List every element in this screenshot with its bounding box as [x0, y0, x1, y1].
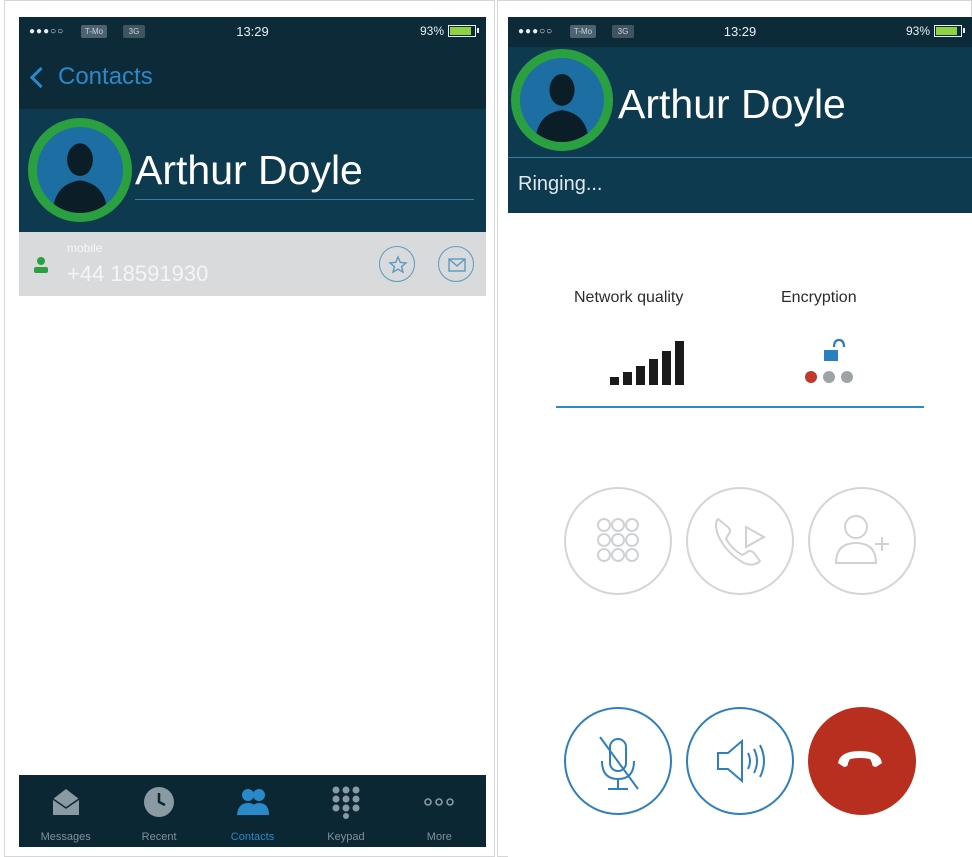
clock-icon — [144, 787, 175, 817]
speaker-icon — [717, 738, 765, 784]
quality-divider — [556, 406, 924, 408]
header-divider — [508, 157, 972, 158]
person-silhouette-icon — [52, 143, 108, 213]
tab-messages[interactable]: Messages — [19, 775, 112, 847]
hang-up-icon — [838, 751, 882, 767]
message-button[interactable] — [438, 246, 474, 282]
signal-bar — [636, 366, 645, 385]
contact-detail-screen: ●●●○○ T-Mo 3G 13:29 93% Contacts Arthur … — [19, 17, 486, 847]
phone-number-row[interactable]: mobile +44 18591930 — [19, 232, 486, 296]
person-silhouette-icon — [535, 73, 589, 142]
tab-label: Messages — [40, 831, 91, 843]
encryption-dot — [823, 371, 835, 383]
envelope-icon — [52, 789, 80, 815]
battery-status: 93% — [905, 24, 965, 38]
network-quality-label: Network quality — [574, 289, 684, 306]
unlocked-padlock-icon — [824, 338, 846, 361]
back-button[interactable]: Contacts — [29, 63, 153, 91]
tab-contacts[interactable]: Contacts — [206, 775, 299, 847]
signal-bar — [610, 377, 619, 385]
phone-forward-icon — [715, 517, 767, 566]
tab-bar: Messages Recent Contacts Keypad More — [19, 775, 486, 847]
signal-bar — [675, 341, 684, 385]
contact-header: Arthur Doyle — [19, 109, 486, 232]
battery-icon — [448, 25, 479, 37]
tab-keypad[interactable]: Keypad — [299, 775, 392, 847]
battery-status: 93% — [419, 24, 479, 38]
encryption-label: Encryption — [781, 289, 857, 306]
more-icon — [424, 798, 455, 806]
star-icon — [388, 255, 408, 274]
network-quality-indicator — [610, 341, 684, 385]
encryption-dot — [841, 371, 853, 383]
calling-screen: ●●●○○ T-Mo 3G 13:29 93% Arthur Doyle Rin… — [508, 17, 972, 857]
end-call-button[interactable] — [808, 707, 916, 815]
person-icon — [34, 257, 48, 273]
battery-percent: 93% — [419, 24, 444, 38]
tab-label: Recent — [141, 831, 177, 843]
add-person-icon — [834, 515, 889, 564]
status-time: 13:29 — [236, 24, 269, 39]
call-status: Ringing... — [518, 173, 603, 195]
avatar — [28, 118, 132, 222]
contact-name: Arthur Doyle — [618, 81, 846, 127]
back-label: Contacts — [58, 63, 153, 90]
mute-button[interactable] — [564, 707, 672, 815]
name-underline — [135, 199, 474, 200]
phone-type-label: mobile — [67, 241, 103, 255]
favorite-button[interactable] — [379, 246, 415, 282]
tab-label: Keypad — [327, 831, 365, 843]
contacts-icon — [236, 789, 269, 815]
battery-percent: 93% — [905, 24, 930, 38]
encryption-indicator — [805, 338, 853, 383]
keypad-button[interactable] — [564, 487, 672, 595]
speaker-button[interactable] — [686, 707, 794, 815]
tab-more[interactable]: More — [393, 775, 486, 847]
signal-bar — [662, 351, 671, 385]
tab-recent[interactable]: Recent — [112, 775, 205, 847]
encryption-dot-active — [805, 371, 817, 383]
signal-bar — [649, 359, 658, 385]
avatar — [511, 49, 613, 151]
envelope-icon — [448, 258, 466, 272]
add-participant-button[interactable] — [808, 487, 916, 595]
call-header: Arthur Doyle Ringing... — [508, 47, 972, 213]
status-bar: ●●●○○ T-Mo 3G 13:29 93% — [19, 17, 486, 47]
status-time: 13:29 — [723, 24, 757, 39]
microphone-muted-icon — [599, 736, 639, 790]
nav-bar: Contacts — [19, 47, 486, 109]
tab-label: More — [426, 831, 452, 843]
keypad-icon — [332, 786, 360, 819]
transfer-call-button[interactable] — [686, 487, 794, 595]
signal-bar — [623, 372, 632, 385]
tab-label: Contacts — [230, 831, 275, 843]
battery-icon — [934, 25, 965, 37]
status-bar: ●●●○○ T-Mo 3G 13:29 93% — [508, 17, 972, 47]
chevron-left-icon — [29, 66, 52, 88]
contact-name: Arthur Doyle — [135, 147, 363, 193]
phone-number: +44 18591930 — [67, 261, 209, 286]
keypad-icon — [597, 518, 639, 562]
